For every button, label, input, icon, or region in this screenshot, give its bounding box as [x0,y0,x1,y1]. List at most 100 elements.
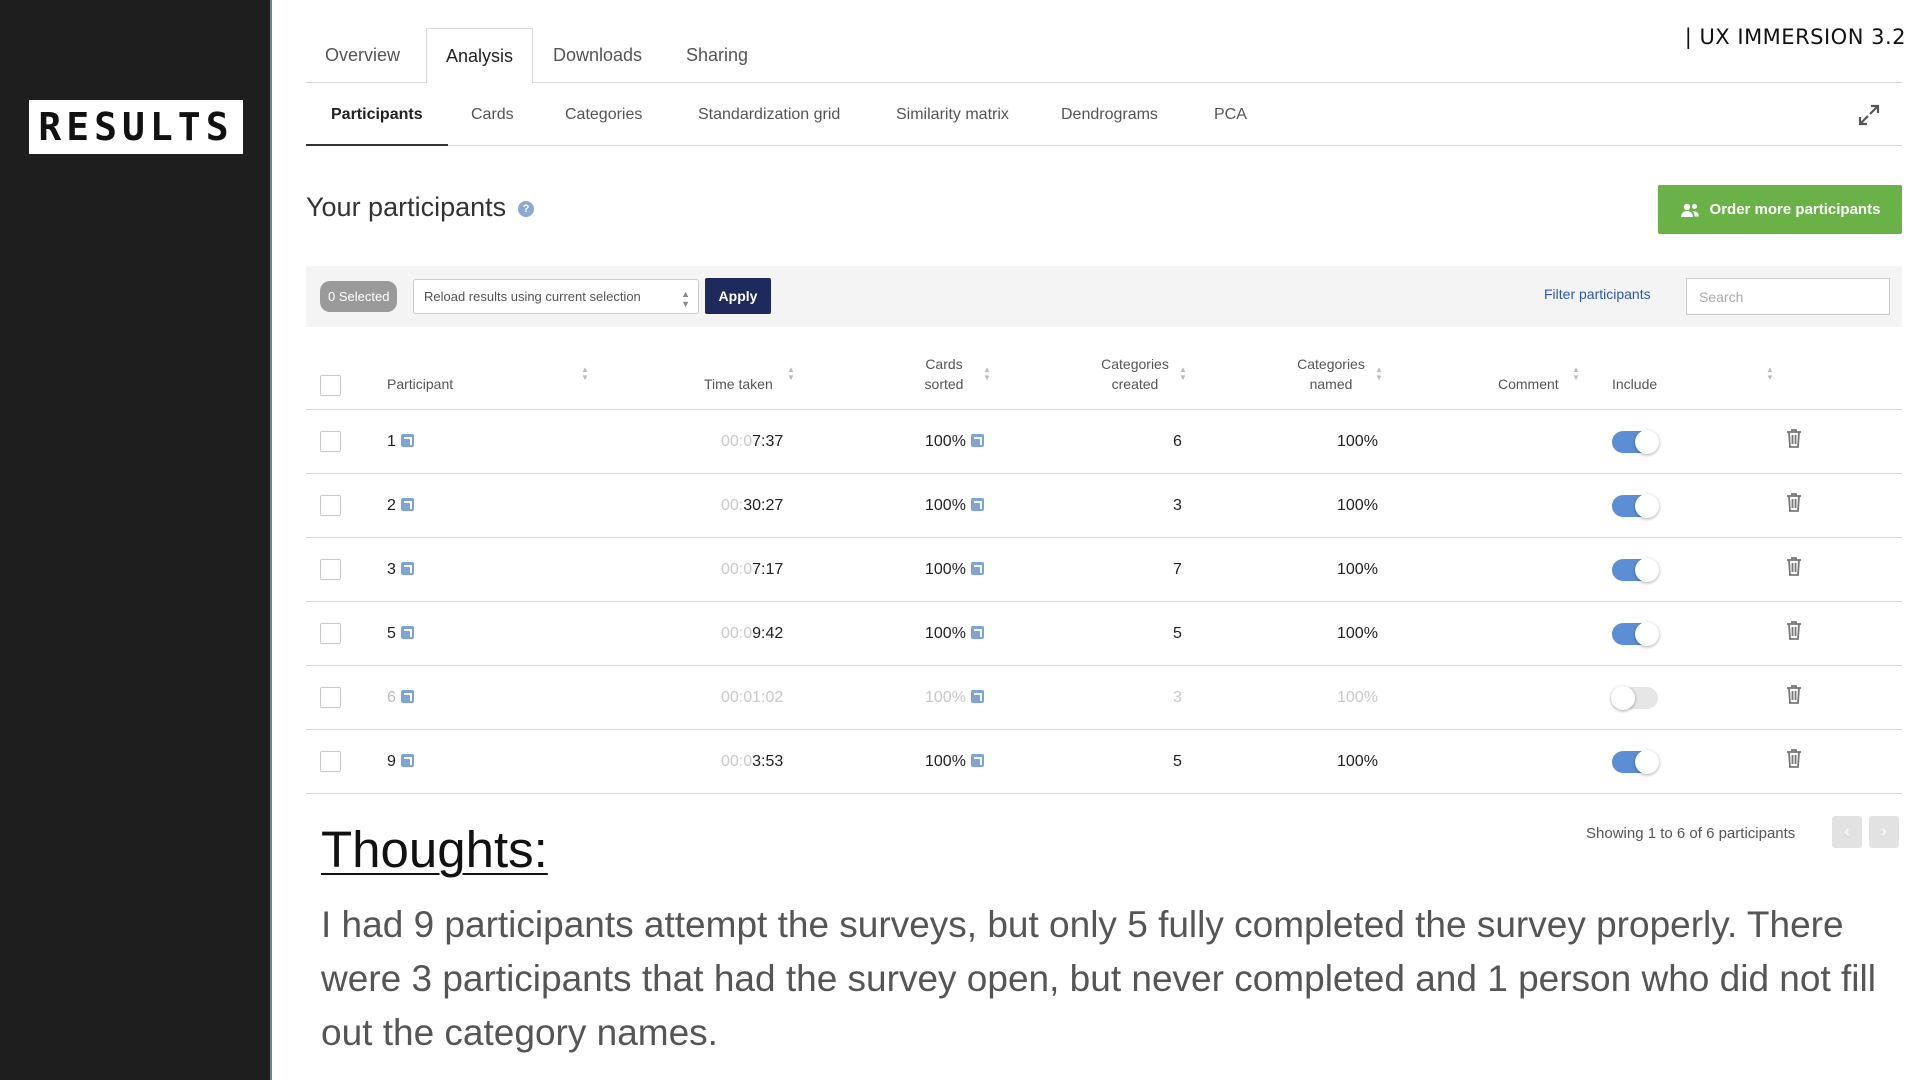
participant-id[interactable]: 3 [387,538,414,602]
col-participant[interactable]: Participant [387,374,453,394]
table-row: 5 00:09:42 100% 5 100% [306,602,1902,666]
cards-sorted[interactable]: 100% [925,666,984,730]
external-link-icon[interactable] [970,690,984,704]
sort-icon[interactable]: ▲ ▼ [581,366,589,382]
col-comment[interactable]: Comment [1498,374,1559,394]
subtab-cards[interactable]: Cards [471,83,514,146]
subtab-standardization-grid[interactable]: Standardization grid [698,83,840,146]
include-toggle[interactable] [1611,686,1658,710]
col-categories-named-line1: Categories [1297,356,1365,372]
trash-icon[interactable] [1784,619,1804,641]
trash-icon[interactable] [1784,683,1804,705]
order-more-participants-button[interactable]: Order more participants [1658,185,1902,234]
row-checkbox[interactable] [320,751,341,772]
time-taken: 00:03:53 [721,730,783,794]
sort-icon[interactable]: ▲ ▼ [1179,366,1187,382]
subtab-pca[interactable]: PCA [1214,83,1247,146]
search-input[interactable] [1686,278,1890,315]
thoughts-heading: Thoughts: [321,821,548,878]
col-cards-sorted[interactable]: Cards sorted [914,354,974,394]
help-icon[interactable]: ? [518,200,535,217]
participants-toolbar: 0 Selected Reload results using current … [306,266,1902,327]
trash-icon[interactable] [1784,747,1804,769]
trash-icon[interactable] [1784,491,1804,513]
col-categories-created[interactable]: Categories created [1090,354,1180,394]
users-icon [1680,203,1699,217]
external-link-icon[interactable] [400,754,414,768]
cards-sorted[interactable]: 100% [925,602,984,666]
tab-analysis[interactable]: Analysis [426,28,534,84]
table-row: 2 00:30:27 100% 3 100% [306,474,1902,538]
chevron-right-icon[interactable]: › [1869,816,1899,848]
trash-icon[interactable] [1784,555,1804,577]
participant-id[interactable]: 6 [387,666,414,730]
reload-results-select[interactable]: Reload results using current selection ▲… [413,279,699,314]
tab-downloads[interactable]: Downloads [534,28,661,83]
subtab-dendrograms[interactable]: Dendrograms [1061,83,1158,146]
include-toggle[interactable] [1612,430,1659,454]
categories-created: 5 [1173,753,1182,770]
sort-icon[interactable]: ▲ ▼ [1766,366,1774,382]
top-tab-bar: Overview Analysis Downloads Sharing [306,28,1902,84]
row-checkbox[interactable] [320,687,341,708]
subtab-participants[interactable]: Participants [306,83,448,146]
participant-id[interactable]: 9 [387,730,414,794]
row-checkbox[interactable] [320,559,341,580]
include-toggle[interactable] [1612,622,1659,646]
table-row: 9 00:03:53 100% 5 100% [306,730,1902,794]
col-categories-named[interactable]: Categories named [1286,354,1376,394]
toggle-knob [1635,750,1659,774]
participant-id[interactable]: 1 [387,410,414,474]
external-link-icon[interactable] [970,434,984,448]
include-toggle[interactable] [1612,750,1659,774]
cards-sorted[interactable]: 100% [925,474,984,538]
time-taken: 00:07:37 [721,410,783,474]
expand-icon[interactable] [1857,103,1881,127]
row-checkbox[interactable] [320,495,341,516]
sort-icon[interactable]: ▲ ▼ [983,366,991,382]
sort-icon[interactable]: ▲ ▼ [1375,366,1383,382]
cards-sorted[interactable]: 100% [925,538,984,602]
external-link-icon[interactable] [400,562,414,576]
include-toggle[interactable] [1612,494,1659,518]
participant-id[interactable]: 2 [387,474,414,538]
col-categories-created-line1: Categories [1101,356,1169,372]
participant-id-text: 2 [387,497,396,514]
external-link-icon[interactable] [400,498,414,512]
row-checkbox[interactable] [320,431,341,452]
reload-results-value: Reload results using current selection [424,289,641,304]
col-time-taken[interactable]: Time taken [704,374,773,394]
apply-button[interactable]: Apply [705,278,771,314]
external-link-icon[interactable] [400,434,414,448]
subtab-similarity-matrix[interactable]: Similarity matrix [896,83,1009,146]
subtab-categories[interactable]: Categories [565,83,642,146]
time-value: 7:17 [752,561,784,578]
toggle-knob [1635,622,1659,646]
sort-icon[interactable]: ▲ ▼ [787,366,795,382]
col-categories-named-line2: named [1309,376,1353,392]
sort-icon[interactable]: ▲ ▼ [1572,366,1580,382]
cards-sorted-value: 100% [925,497,966,514]
row-checkbox[interactable] [320,623,341,644]
slide-side-rail: RESULTS [0,0,272,1080]
chevron-left-icon[interactable]: ‹ [1832,816,1862,848]
external-link-icon[interactable] [400,626,414,640]
thoughts-body: I had 9 participants attempt the surveys… [321,904,1876,1053]
select-all-checkbox[interactable] [320,375,341,396]
filter-participants-link[interactable]: Filter participants [1544,286,1651,302]
cards-sorted[interactable]: 100% [925,410,984,474]
trash-icon[interactable] [1784,427,1804,449]
include-toggle[interactable] [1612,558,1659,582]
cards-sorted-value: 100% [925,561,966,578]
external-link-icon[interactable] [970,754,984,768]
external-link-icon[interactable] [970,626,984,640]
tab-sharing[interactable]: Sharing [667,28,767,83]
participant-id[interactable]: 5 [387,602,414,666]
external-link-icon[interactable] [970,498,984,512]
external-link-icon[interactable] [970,562,984,576]
tab-overview[interactable]: Overview [306,28,419,83]
col-include[interactable]: Include [1612,374,1657,394]
time-taken: 00:09:42 [721,602,783,666]
external-link-icon[interactable] [400,690,414,704]
cards-sorted[interactable]: 100% [925,730,984,794]
